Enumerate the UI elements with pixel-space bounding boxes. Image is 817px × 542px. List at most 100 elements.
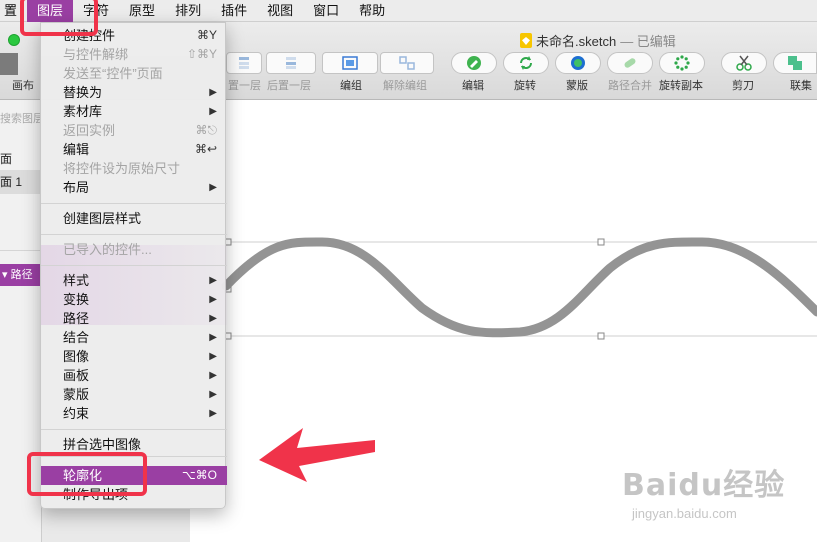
mask-button[interactable] bbox=[555, 52, 601, 74]
menu-item-layout[interactable]: 布局 ▶ bbox=[41, 178, 227, 197]
menu-item-label: 与控件解绑 bbox=[63, 47, 129, 62]
menu-separator bbox=[41, 203, 227, 204]
menu-item-label: 图像 bbox=[63, 349, 90, 364]
menu-separator bbox=[41, 429, 227, 430]
menu-help[interactable]: 帮助 bbox=[349, 0, 395, 22]
menu-item-label: 编辑 bbox=[63, 142, 90, 157]
bring-forward-button[interactable] bbox=[226, 52, 262, 74]
submenu-arrow-icon: ▶ bbox=[209, 351, 217, 362]
submenu-arrow-icon: ▶ bbox=[209, 182, 217, 193]
submenu-arrow-icon: ▶ bbox=[209, 106, 217, 117]
menu-arrange[interactable]: 排列 bbox=[165, 0, 211, 22]
sidebar-tab-selected[interactable] bbox=[0, 53, 18, 75]
scissors-icon bbox=[736, 55, 752, 71]
menu-item-label: 拼合选中图像 bbox=[63, 437, 142, 452]
menubar: 置 图层 字符 原型 排列 插件 视图 窗口 帮助 bbox=[0, 0, 817, 22]
sketch-file-icon bbox=[520, 33, 532, 48]
path-join-button[interactable] bbox=[607, 52, 653, 74]
rotate-button[interactable] bbox=[503, 52, 549, 74]
menu-item-imported-symbols[interactable]: 已导入的控件... bbox=[41, 240, 227, 259]
menu-item-artboard[interactable]: 画板 ▶ bbox=[41, 366, 227, 385]
watermark-site: jingyan.baidu.com bbox=[632, 506, 737, 521]
ungroup-icon bbox=[399, 56, 415, 70]
annotation-arrow-icon bbox=[259, 428, 375, 482]
submenu-arrow-icon: ▶ bbox=[209, 389, 217, 400]
menu-separator bbox=[41, 265, 227, 266]
layer-menu-dropdown: 创建控件 ⌘Y 与控件解绑 ⇧⌘Y 发送至“控件”页面 替换为 ▶ 素材库 ▶ 返回实例… bbox=[40, 22, 227, 509]
edit-button[interactable] bbox=[451, 52, 497, 74]
union-label: 联集 bbox=[790, 80, 812, 92]
menu-prototype[interactable]: 原型 bbox=[119, 0, 165, 22]
mask-icon bbox=[571, 56, 585, 70]
menu-view[interactable]: 视图 bbox=[257, 0, 303, 22]
submenu-arrow-icon: ▶ bbox=[209, 332, 217, 343]
menu-item-label: 创建图层样式 bbox=[63, 211, 142, 226]
watermark: Baidu经验 jingyan.baidu.com bbox=[622, 460, 785, 521]
rotate-copies-label: 旋转副本 bbox=[659, 80, 703, 92]
edit-icon bbox=[467, 56, 481, 70]
submenu-arrow-icon: ▶ bbox=[209, 87, 217, 98]
menu-item-label: 将控件设为原始尺寸 bbox=[63, 161, 181, 176]
layer-search-input[interactable]: 搜索图层 bbox=[0, 110, 41, 128]
document-status: — 已编辑 bbox=[620, 34, 676, 49]
menu-item-mask[interactable]: 蒙版 ▶ bbox=[41, 385, 227, 404]
submenu-arrow-icon: ▶ bbox=[209, 370, 217, 381]
menu-item-path[interactable]: 路径 ▶ bbox=[41, 309, 227, 328]
send-backward-label: 后置一层 bbox=[267, 80, 311, 92]
annotation-box-layer-menu bbox=[20, 0, 98, 36]
document-title: 未命名.sketch — 已编辑 bbox=[520, 31, 676, 50]
rotate-copies-button[interactable] bbox=[659, 52, 705, 74]
forward-icon bbox=[239, 57, 249, 69]
menu-item-combine[interactable]: 结合 ▶ bbox=[41, 328, 227, 347]
path-join-icon bbox=[624, 58, 636, 68]
menu-item-library[interactable]: 素材库 ▶ bbox=[41, 102, 227, 121]
group-label: 编组 bbox=[340, 80, 362, 92]
menu-item-label: 路径 bbox=[63, 311, 90, 326]
layer-item-label: 路径 bbox=[10, 269, 33, 281]
menu-item-label: 结合 bbox=[63, 330, 90, 345]
menu-item-label: 画板 bbox=[63, 368, 90, 383]
layer-item-path[interactable]: ▾ 路径 bbox=[0, 264, 41, 286]
menu-item-transform[interactable]: 变换 ▶ bbox=[41, 290, 227, 309]
window-zoom-button[interactable] bbox=[8, 34, 20, 46]
canvas-label: 画布 bbox=[12, 80, 34, 92]
menu-item-go-to-master[interactable]: 返回实例 ⌘⎋ bbox=[41, 121, 227, 140]
menu-item-replace-with[interactable]: 替换为 ▶ bbox=[41, 83, 227, 102]
menu-item-style[interactable]: 样式 ▶ bbox=[41, 271, 227, 290]
send-backward-button[interactable] bbox=[266, 52, 316, 74]
rotate-icon bbox=[520, 56, 532, 70]
watermark-brand: Baidu经验 bbox=[622, 468, 786, 503]
backward-icon bbox=[286, 57, 296, 69]
menu-item-label: 变换 bbox=[63, 292, 90, 307]
menu-item-label: 替换为 bbox=[63, 85, 103, 100]
wave-path[interactable] bbox=[221, 237, 817, 338]
menu-item-edit[interactable]: 编辑 ⌘↩ bbox=[41, 140, 227, 159]
menu-item-label: 布局 bbox=[63, 180, 90, 195]
rotate-copies-icon bbox=[674, 55, 690, 71]
menu-item-label: 样式 bbox=[63, 273, 90, 288]
union-button[interactable] bbox=[773, 52, 817, 74]
page-item-1[interactable]: 面 1 bbox=[0, 170, 41, 194]
scissors-label: 剪刀 bbox=[732, 80, 754, 92]
scissors-button[interactable] bbox=[721, 52, 767, 74]
menu-item-shortcut: ⌘Y bbox=[196, 28, 217, 42]
menu-item-send-to-symbols-page[interactable]: 发送至“控件”页面 bbox=[41, 64, 227, 83]
edit-label: 编辑 bbox=[462, 80, 484, 92]
submenu-arrow-icon: ▶ bbox=[209, 313, 217, 324]
menu-item-constraints[interactable]: 约束 ▶ bbox=[41, 404, 227, 423]
menu-item-create-layer-style[interactable]: 创建图层样式 bbox=[41, 209, 227, 228]
sidebar-divider bbox=[0, 250, 41, 251]
menu-item-shortcut: ⇧⌘Y bbox=[186, 47, 217, 61]
menu-item-original-size[interactable]: 将控件设为原始尺寸 bbox=[41, 159, 227, 178]
page-item[interactable]: 面 bbox=[0, 148, 41, 170]
menu-plugins[interactable]: 插件 bbox=[211, 0, 257, 22]
menu-item-shortcut: ⌘⎋ bbox=[195, 123, 218, 137]
menu-item-detach-symbol[interactable]: 与控件解绑 ⇧⌘Y bbox=[41, 45, 227, 64]
menu-separator bbox=[41, 234, 227, 235]
group-button[interactable] bbox=[322, 52, 378, 74]
path-join-label: 路径合并 bbox=[608, 80, 652, 92]
ungroup-button[interactable] bbox=[380, 52, 434, 74]
union-icon bbox=[788, 56, 802, 70]
menu-window[interactable]: 窗口 bbox=[303, 0, 349, 22]
menu-item-image[interactable]: 图像 ▶ bbox=[41, 347, 227, 366]
